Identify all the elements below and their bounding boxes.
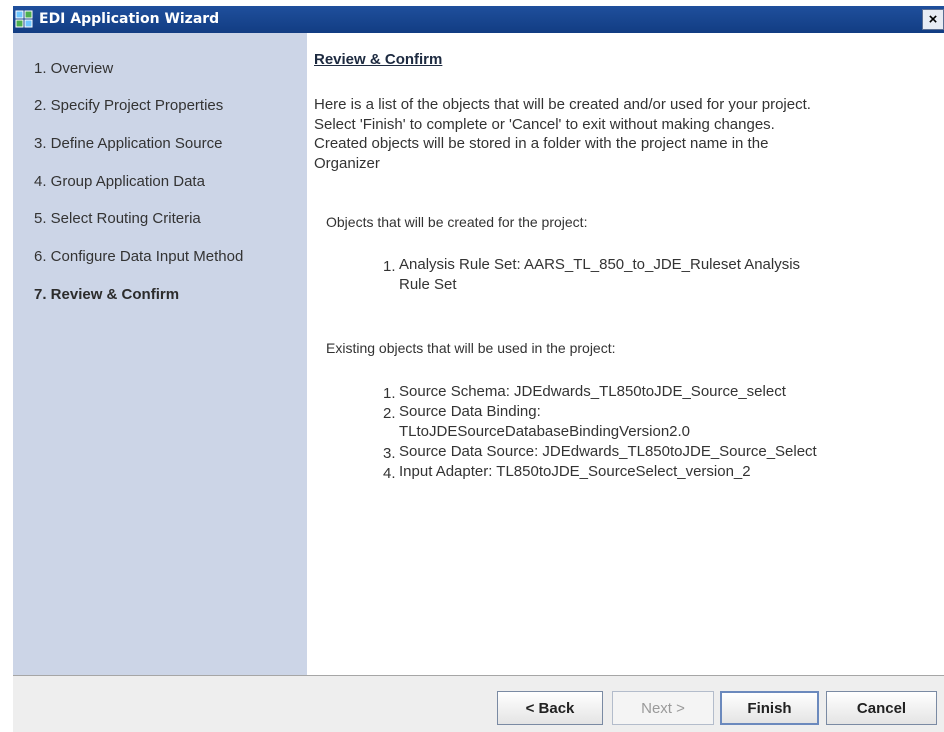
cancel-button[interactable]: Cancel [826, 691, 937, 725]
existing-item-number: 2. [383, 405, 396, 422]
application-icon [15, 10, 33, 28]
wizard-button-bar: < Back Next > Finish Cancel [13, 675, 944, 732]
existing-item-text: TLtoJDESourceDatabaseBindingVersion2.0 [399, 423, 691, 440]
intro-text-line: Organizer [314, 155, 380, 172]
created-item-number: 1. [383, 258, 396, 275]
window-titlebar[interactable]: EDI Application Wizard × [13, 6, 944, 33]
back-button[interactable]: < Back [497, 691, 603, 725]
intro-text-line: Select 'Finish' to complete or 'Cancel' … [314, 116, 775, 133]
step-specify-project-properties: 2. Specify Project Properties [34, 97, 224, 114]
window-title: EDI Application Wizard [39, 11, 220, 27]
step-overview: 1. Overview [34, 60, 114, 77]
step-configure-data-input-method: 6. Configure Data Input Method [34, 248, 244, 265]
step-define-application-source: 3. Define Application Source [34, 135, 223, 152]
next-button[interactable]: Next > [612, 691, 714, 725]
wizard-steps-sidebar: 1. Overview 2. Specify Project Propertie… [13, 33, 307, 675]
intro-text-line: Here is a list of the objects that will … [314, 96, 811, 113]
review-confirm-panel: Review & Confirm Here is a list of the o… [307, 33, 944, 675]
step-review-confirm: 7. Review & Confirm [34, 286, 180, 303]
created-objects-heading: Objects that will be created for the pro… [326, 214, 588, 230]
created-item-text: Analysis Rule Set: AARS_TL_850_to_JDE_Ru… [399, 256, 801, 273]
existing-item-number: 4. [383, 465, 396, 482]
close-icon: × [928, 11, 938, 28]
existing-item-text: Source Schema: JDEdwards_TL850toJDE_Sour… [399, 383, 786, 400]
existing-item-number: 3. [383, 445, 396, 462]
created-item-text: Rule Set [399, 276, 457, 293]
existing-objects-heading: Existing objects that will be used in th… [326, 340, 616, 356]
left-gutter [0, 0, 13, 732]
existing-item-number: 1. [383, 385, 396, 402]
step-group-application-data: 4. Group Application Data [34, 173, 205, 190]
finish-button[interactable]: Finish [720, 691, 819, 725]
existing-item-text: Source Data Source: JDEdwards_TL850toJDE… [399, 443, 817, 460]
step-select-routing-criteria: 5. Select Routing Criteria [34, 210, 201, 227]
existing-item-text: Source Data Binding: [399, 403, 541, 420]
page-title: Review & Confirm [314, 51, 443, 68]
existing-item-text: Input Adapter: TL850toJDE_SourceSelect_v… [399, 463, 751, 480]
close-button[interactable]: × [922, 9, 944, 30]
intro-text-line: Created objects will be stored in a fold… [314, 135, 769, 152]
